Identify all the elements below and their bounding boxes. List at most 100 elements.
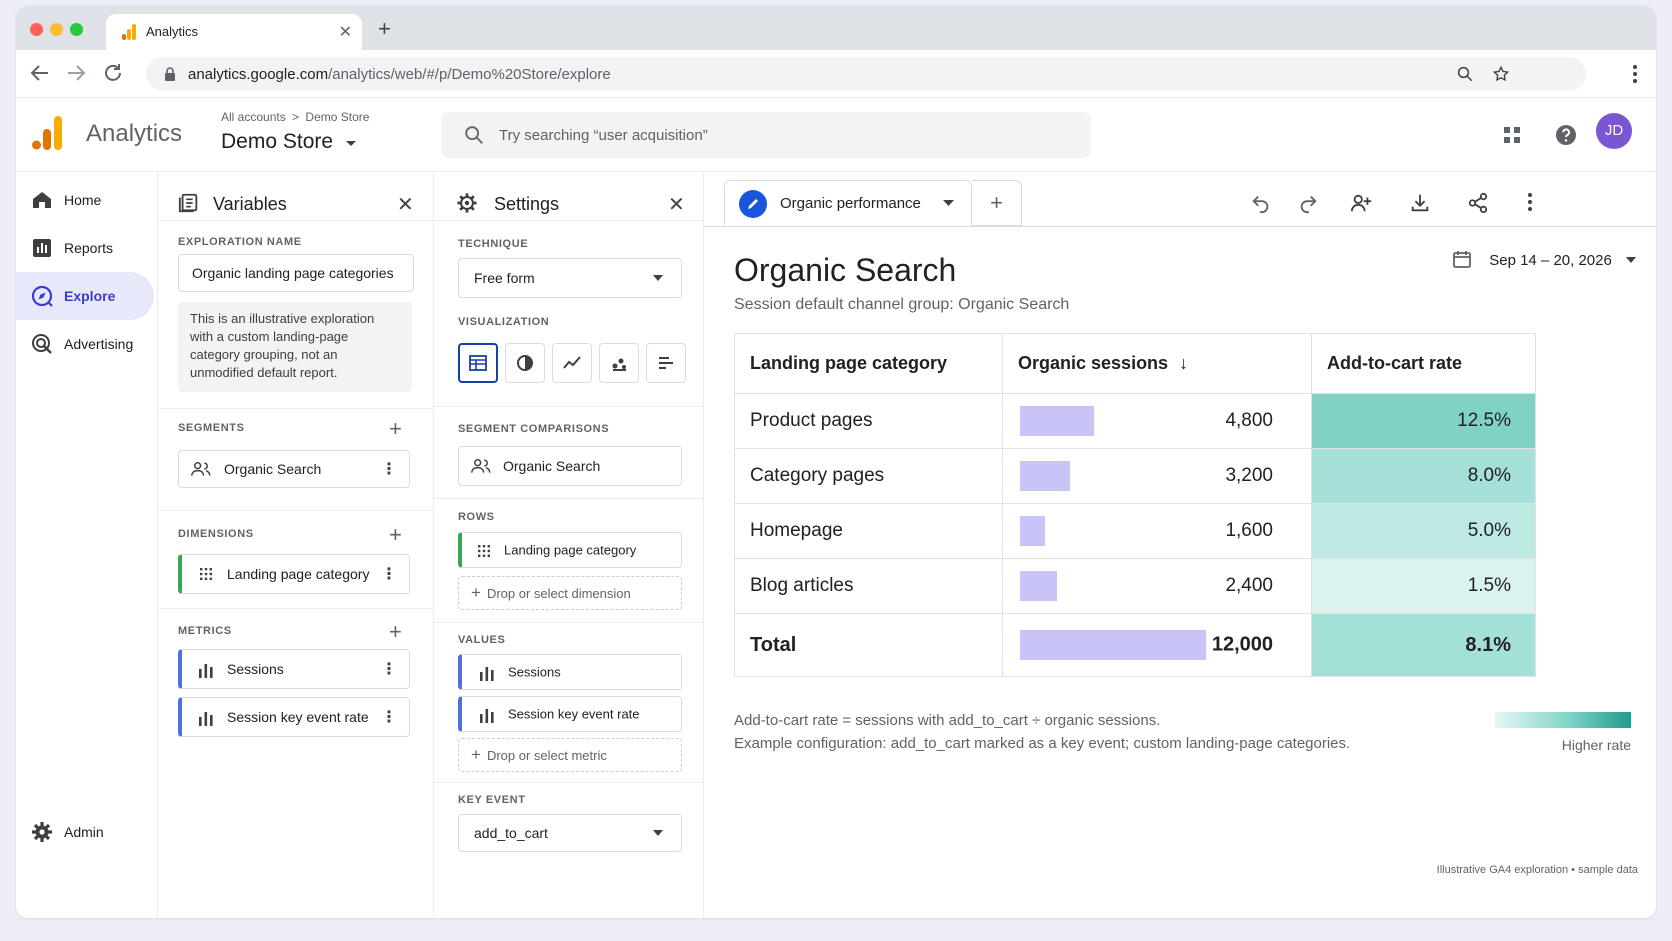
metric-chip[interactable]: Sessions ⋮ xyxy=(178,649,410,689)
analytics-logo-icon[interactable] xyxy=(32,116,62,150)
date-range-picker[interactable]: Sep 14 – 20, 2026 xyxy=(1453,250,1636,269)
download-icon[interactable] xyxy=(1409,192,1431,214)
report-table: Landing page category Organic sessions ↓… xyxy=(734,333,1536,677)
redo-icon[interactable] xyxy=(1297,192,1319,214)
column-header-rate[interactable]: Add-to-cart rate xyxy=(1311,333,1536,394)
new-tab-icon[interactable]: + xyxy=(378,16,391,42)
table-row[interactable]: Homepage 1,600 5.0% xyxy=(734,503,1536,559)
reload-icon[interactable] xyxy=(101,61,125,85)
table-row[interactable]: Product pages 4,800 12.5% xyxy=(734,393,1536,449)
search-icon xyxy=(465,126,483,144)
canvas-more-icon[interactable] xyxy=(1527,192,1533,212)
minimize-window-button[interactable] xyxy=(50,23,63,36)
exploration-name-input[interactable]: Organic landing page categories xyxy=(178,254,414,292)
variables-icon xyxy=(178,193,198,213)
nav-item-advertising[interactable]: Advertising xyxy=(16,320,154,368)
sessions-cell: 2,400 xyxy=(1002,558,1312,614)
note-line: unmodified default report. xyxy=(190,365,338,380)
drop-metric-target[interactable]: + Drop or select metric xyxy=(458,738,682,772)
nav-item-home[interactable]: Home xyxy=(16,176,154,224)
undo-icon[interactable] xyxy=(1250,192,1272,214)
more-options-icon[interactable]: ⋮ xyxy=(381,459,397,479)
divider xyxy=(434,220,704,221)
browser-tabstrip: Analytics ✕ + xyxy=(16,6,1656,50)
browser-tab[interactable]: Analytics ✕ xyxy=(106,14,362,50)
tab-dropdown-icon[interactable] xyxy=(943,200,954,207)
scatter-chart-icon xyxy=(612,358,626,371)
back-icon[interactable] xyxy=(28,61,52,85)
donut-chart-icon xyxy=(517,355,533,371)
drop-metric-label: + Drop or select metric xyxy=(471,745,607,765)
nav-item-explore[interactable]: Explore xyxy=(16,272,154,320)
browser-menu-icon[interactable] xyxy=(1632,64,1638,84)
forward-icon[interactable] xyxy=(64,61,88,85)
close-window-button[interactable] xyxy=(30,23,43,36)
metric-chip[interactable]: Session key event rate ⋮ xyxy=(178,697,410,737)
exploration-note: This is an illustrative exploration with… xyxy=(178,302,412,392)
edit-pencil-icon[interactable] xyxy=(739,190,767,218)
viz-donut-button[interactable] xyxy=(505,343,545,383)
value-metric-label: Session key event rate xyxy=(508,706,640,722)
zoom-search-icon[interactable] xyxy=(1456,65,1474,83)
row-dimension-chip[interactable]: Landing page category xyxy=(458,532,682,568)
section-label: SEGMENTS xyxy=(178,422,245,434)
apps-grid-icon[interactable] xyxy=(1500,123,1524,147)
table-row[interactable]: Blog articles 2,400 1.5% xyxy=(734,558,1536,614)
value-metric-chip[interactable]: Session key event rate xyxy=(458,696,682,732)
drop-dimension-target[interactable]: + Drop or select dimension xyxy=(458,576,682,610)
close-tab-icon[interactable]: ✕ xyxy=(339,22,352,42)
exploration-tab[interactable]: Organic performance xyxy=(724,180,972,226)
more-options-icon[interactable]: ⋮ xyxy=(381,564,397,584)
add-segment-icon[interactable]: + xyxy=(389,418,402,440)
sessions-bar xyxy=(1020,461,1070,491)
add-metric-icon[interactable]: + xyxy=(389,621,402,643)
add-dimension-icon[interactable]: + xyxy=(389,524,402,546)
add-tab-icon[interactable]: + xyxy=(972,180,1022,226)
key-event-select[interactable]: add_to_cart xyxy=(458,814,682,852)
segment-comparison-chip[interactable]: Organic Search xyxy=(458,446,682,486)
segment-chip[interactable]: Organic Search ⋮ xyxy=(178,450,410,488)
settings-panel: Settings ✕ TECHNIQUE Free form VISUALIZA… xyxy=(434,172,704,918)
help-icon[interactable] xyxy=(1554,123,1578,147)
viz-scatter-button[interactable] xyxy=(599,343,639,383)
section-label: METRICS xyxy=(178,625,232,637)
nav-item-reports[interactable]: Reports xyxy=(16,224,154,272)
breadcrumb-all-accounts[interactable]: All accounts xyxy=(221,110,286,124)
viz-bar-button[interactable] xyxy=(646,343,686,383)
share-with-user-icon[interactable] xyxy=(1350,192,1372,214)
maximize-window-button[interactable] xyxy=(70,23,83,36)
category-cell: Total xyxy=(734,613,1003,677)
category-cell: Product pages xyxy=(734,393,1003,449)
close-icon[interactable]: ✕ xyxy=(668,192,685,217)
technique-select[interactable]: Free form xyxy=(458,258,682,298)
breadcrumb-separator: > xyxy=(292,110,300,124)
search-bar[interactable]: Try searching “user acquisition” xyxy=(441,112,1091,158)
viz-table-button[interactable] xyxy=(458,343,498,383)
more-options-icon[interactable]: ⋮ xyxy=(381,707,397,727)
table-total-row[interactable]: Total 12,000 8.1% xyxy=(734,613,1536,677)
exploration-tab-name: Organic performance xyxy=(780,195,921,212)
table-icon xyxy=(469,355,487,371)
analytics-favicon-icon xyxy=(122,24,136,40)
segment-comparison-label: Organic Search xyxy=(503,458,601,474)
nav-item-admin[interactable]: Admin xyxy=(16,808,154,856)
bookmark-star-icon[interactable] xyxy=(1492,65,1510,83)
sessions-bar xyxy=(1020,406,1094,436)
address-bar[interactable]: analytics.google.com/analytics/web/#/p/D… xyxy=(146,57,1586,91)
value-metric-chip[interactable]: Sessions xyxy=(458,654,682,690)
property-selector[interactable]: Demo Store xyxy=(221,130,357,154)
divider xyxy=(158,408,434,409)
viz-line-button[interactable] xyxy=(552,343,592,383)
explore-icon xyxy=(31,285,53,307)
column-header-sessions[interactable]: Organic sessions ↓ xyxy=(1002,333,1312,394)
column-header-category[interactable]: Landing page category xyxy=(734,333,1003,394)
breadcrumb-current[interactable]: Demo Store xyxy=(305,110,369,124)
browser-window: Analytics ✕ + analytics.google.com/analy… xyxy=(16,6,1656,918)
table-row[interactable]: Category pages 3,200 8.0% xyxy=(734,448,1536,504)
close-icon[interactable]: ✕ xyxy=(397,192,414,217)
more-options-icon[interactable]: ⋮ xyxy=(381,659,397,679)
user-avatar[interactable]: JD xyxy=(1596,113,1632,149)
share-icon[interactable] xyxy=(1467,192,1489,214)
dimension-chip[interactable]: Landing page category ⋮ xyxy=(178,554,410,594)
calendar-icon xyxy=(1453,251,1471,268)
